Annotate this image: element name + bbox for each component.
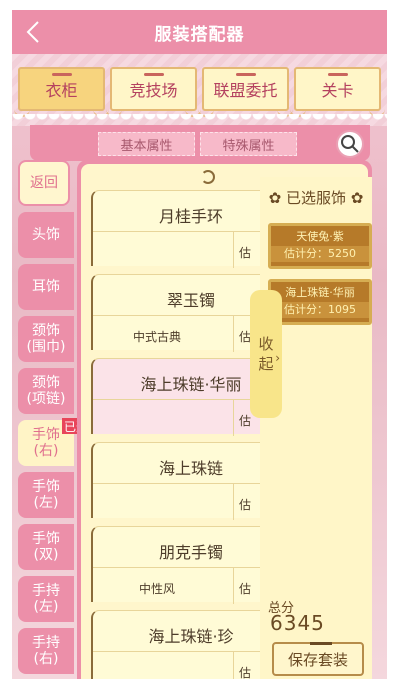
search-icon (341, 135, 359, 153)
total-score-value: 6345 (270, 611, 325, 635)
item-estimate: 估 (239, 498, 252, 512)
header-bar: 服装搭配器 (12, 10, 387, 54)
tab-arena[interactable]: 竞技场 (106, 67, 201, 117)
category-bracelet-left[interactable]: 手饰 (左) (18, 472, 74, 518)
item-style-tag: 中性风 (138, 582, 175, 596)
selected-outfit-panel: ✿ 已选服饰 ✿ 天使兔·紫 估计分：5250 海上珠链·华丽 估计分：1095… (260, 177, 372, 679)
divider (233, 400, 234, 436)
page-title: 服装搭配器 (154, 24, 245, 45)
list-item-selected[interactable]: 海上珠链·华丽 估 (91, 358, 273, 436)
category-handheld-right[interactable]: 手持 (右) (18, 628, 74, 674)
list-item[interactable]: 海上珠链 估 (91, 442, 273, 520)
item-name: 海上珠链·珍 (148, 627, 234, 646)
selected-item-score: 估计分：1095 (271, 302, 369, 318)
item-name: 朋克手镯 (158, 543, 223, 562)
save-outfit-label: 保存套装 (287, 650, 348, 669)
category-handheld-left[interactable]: 手持 (左) (18, 576, 74, 622)
tab-label: 联盟委托 (213, 81, 278, 100)
item-info-row: 中性风 估 (93, 567, 273, 604)
category-bracelet-both[interactable]: 手饰 (双) (18, 524, 74, 570)
item-style-tag: 中式古典 (132, 330, 181, 344)
collapse-panel-button[interactable]: 收 起 › (250, 290, 282, 418)
list-item[interactable]: 月桂手环 估 (91, 190, 273, 268)
item-estimate: 估 (239, 666, 252, 679)
category-neck-scarf[interactable]: 颈饰 (围巾) (18, 316, 74, 362)
chevron-left-icon[interactable] (20, 18, 48, 46)
app-window: 服装搭配器 衣柜 竞技场 联盟委托 关卡 基本属性 特殊属性 返回 头饰 耳饰 … (12, 10, 387, 679)
ornament-right-icon: ✿ (350, 189, 364, 207)
category-earrings[interactable]: 耳饰 (18, 264, 74, 310)
item-name: 海上珠链 (158, 459, 223, 478)
item-name: 月桂手环 (158, 207, 223, 226)
collapse-label-1: 收 (258, 335, 274, 353)
list-item[interactable]: 翠玉镯 中式古典 估 (91, 274, 273, 352)
top-tabs-band: 衣柜 竞技场 联盟委托 关卡 (12, 54, 387, 126)
item-info-row: 估 (93, 399, 273, 436)
ornament-left-icon: ✿ (268, 189, 282, 207)
tab-alliance-commission[interactable]: 联盟委托 (198, 67, 293, 117)
tab-wardrobe[interactable]: 衣柜 (14, 67, 109, 117)
selected-item-name: 天使兔·紫 (296, 230, 344, 243)
selected-item-name: 海上珠链·华丽 (285, 286, 355, 299)
search-button[interactable] (336, 130, 364, 158)
tab-levels[interactable]: 关卡 (290, 67, 385, 117)
divider (233, 316, 234, 352)
subtab-special-attributes[interactable]: 特殊属性 (200, 132, 297, 156)
divider (233, 484, 234, 520)
collapse-label-2: 起 (258, 355, 274, 373)
item-info-row: 中式古典 估 (93, 315, 273, 352)
item-info-row: 估 (93, 483, 273, 520)
button-handle-icon (310, 642, 332, 645)
divider (233, 652, 234, 679)
tab-label: 竞技场 (129, 81, 178, 100)
tab-handle-icon (52, 73, 72, 76)
list-item[interactable]: 海上珠链·珍 估 (91, 610, 273, 679)
chevron-right-icon: › (275, 351, 280, 365)
selected-item-card[interactable]: 海上珠链·华丽 估计分：1095 (268, 279, 372, 325)
tab-handle-icon (236, 73, 256, 76)
save-outfit-button[interactable]: 保存套装 (272, 642, 364, 676)
tab-handle-icon (144, 73, 164, 76)
divider (233, 232, 234, 268)
selected-panel-title: ✿ 已选服饰 ✿ (260, 187, 372, 208)
selected-item-card[interactable]: 天使兔·紫 估计分：5250 (268, 223, 372, 269)
selected-item-score: 估计分：5250 (271, 246, 369, 262)
subtab-basic-attributes[interactable]: 基本属性 (98, 132, 195, 156)
item-estimate: 估 (239, 246, 252, 260)
divider (233, 568, 234, 604)
item-estimate: 估 (239, 414, 252, 428)
tab-label: 衣柜 (45, 81, 78, 100)
category-neck-necklace[interactable]: 颈饰 (项链) (18, 368, 74, 414)
item-info-row: 估 (93, 651, 273, 679)
tab-handle-icon (328, 73, 348, 76)
attribute-subtabs: 基本属性 特殊属性 (30, 125, 370, 161)
item-estimate: 估 (239, 582, 252, 596)
selected-panel-title-text: 已选服饰 (285, 189, 346, 207)
binder-ring-icon (201, 170, 215, 184)
back-button[interactable]: 返回 (18, 160, 70, 206)
tab-label: 关卡 (321, 81, 354, 100)
item-info-row: 估 (93, 231, 273, 268)
list-item[interactable]: 朋克手镯 中性风 估 (91, 526, 273, 604)
category-headwear[interactable]: 头饰 (18, 212, 74, 258)
